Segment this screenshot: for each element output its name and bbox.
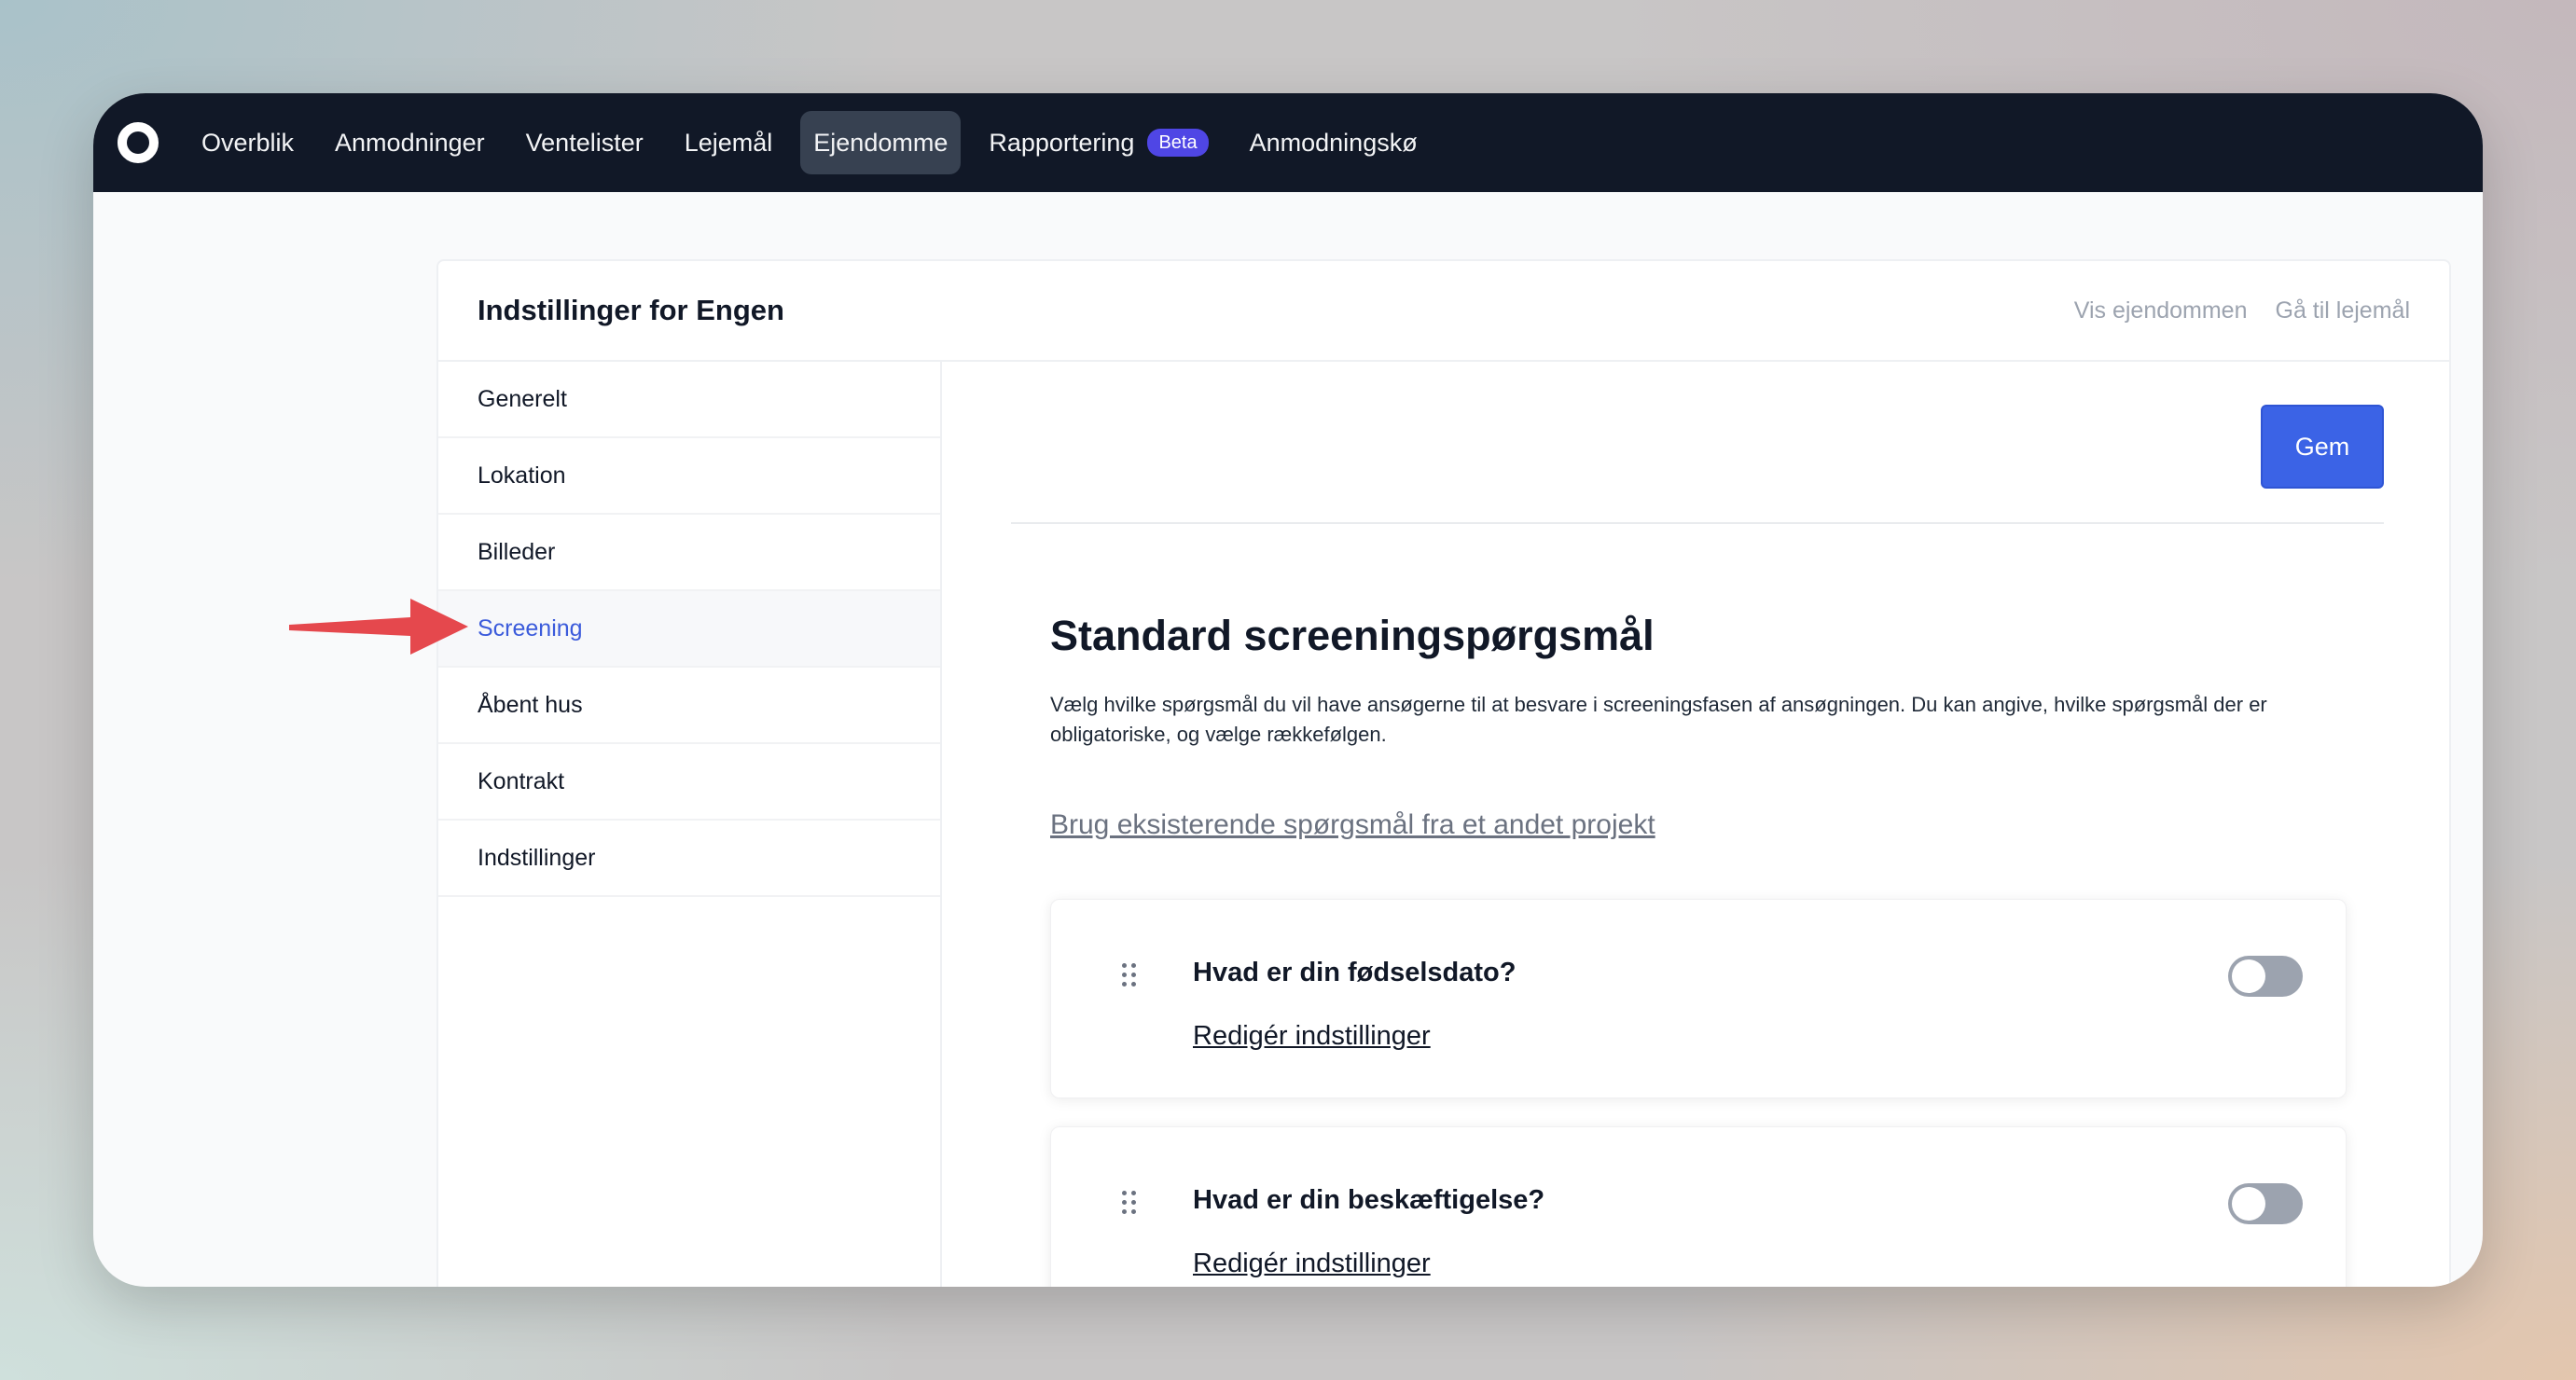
reuse-questions-link[interactable]: Brug eksisterende spørgsmål fra et andet… <box>1050 809 1655 841</box>
go-to-lease-link[interactable]: Gå til lejemål <box>2276 297 2411 324</box>
edit-settings-link[interactable]: Redigér indstillinger <box>1193 1021 1431 1052</box>
save-button[interactable]: Gem <box>2261 405 2384 489</box>
nav-item-label: Ejendomme <box>813 129 949 157</box>
top-navigation: Overblik Anmodninger Ventelister Lejemål… <box>93 93 2483 192</box>
nav-item-overblik[interactable]: Overblik <box>188 111 307 174</box>
drag-handle-icon[interactable] <box>1122 1191 1137 1215</box>
sidebar-item-screening[interactable]: Screening <box>438 591 940 668</box>
nav-item-anmodningsko[interactable]: Anmodningskø <box>1237 111 1431 174</box>
section-title: Standard screeningspørgsmål <box>1050 612 1655 659</box>
edit-settings-link[interactable]: Redigér indstillinger <box>1193 1249 1431 1279</box>
nav-item-lejemaal[interactable]: Lejemål <box>672 111 786 174</box>
sidebar-item-aabent-hus[interactable]: Åbent hus <box>438 668 940 744</box>
divider <box>1011 522 2384 524</box>
question-title: Hvad er din fødselsdato? <box>1193 958 1517 987</box>
toggle-knob <box>2232 959 2265 993</box>
page-title: Indstillinger for Engen <box>478 294 784 326</box>
sidebar-item-lokation[interactable]: Lokation <box>438 438 940 515</box>
section-description: Vælg hvilke spørgsmål du vil have ansøge… <box>1050 693 2267 746</box>
card-header: Indstillinger for Engen Vis ejendommen G… <box>438 261 2449 362</box>
app-window: Overblik Anmodninger Ventelister Lejemål… <box>93 93 2483 1287</box>
view-property-link[interactable]: Vis ejendommen <box>2074 297 2248 324</box>
nav-item-ventelister[interactable]: Ventelister <box>513 111 657 174</box>
nav-item-label: Overblik <box>201 129 295 157</box>
nav-item-label: Anmodninger <box>335 129 485 157</box>
nav-item-rapportering[interactable]: Rapportering Beta <box>976 111 1221 174</box>
question-card: Hvad er din fødselsdato? Redigér indstil… <box>1050 899 2347 1098</box>
settings-sidebar: Generelt Lokation Billeder Screening Åbe… <box>438 362 942 1287</box>
drag-handle-icon[interactable] <box>1122 963 1137 987</box>
sidebar-item-billeder[interactable]: Billeder <box>438 515 940 591</box>
sidebar-item-generelt[interactable]: Generelt <box>438 362 940 438</box>
settings-card: Indstillinger for Engen Vis ejendommen G… <box>436 259 2451 1287</box>
sidebar-item-kontrakt[interactable]: Kontrakt <box>438 744 940 821</box>
question-title: Hvad er din beskæftigelse? <box>1193 1185 1545 1215</box>
beta-badge: Beta <box>1147 129 1209 157</box>
nav-item-label: Ventelister <box>525 129 644 157</box>
nav-item-label: Rapportering <box>989 129 1135 157</box>
main-content: Gem Standard screeningspørgsmål Vælg hvi… <box>942 362 2449 1287</box>
toggle-knob <box>2232 1187 2265 1221</box>
sidebar-item-indstillinger[interactable]: Indstillinger <box>438 821 940 897</box>
nav-item-ejendomme[interactable]: Ejendomme <box>800 111 962 174</box>
nav-item-label: Lejemål <box>684 129 773 157</box>
nav-item-anmodninger[interactable]: Anmodninger <box>322 111 498 174</box>
question-card: Hvad er din beskæftigelse? Redigér indst… <box>1050 1126 2347 1287</box>
question-toggle[interactable] <box>2228 1183 2303 1224</box>
annotation-arrow-icon <box>289 599 468 655</box>
nav-item-label: Anmodningskø <box>1249 129 1418 157</box>
logo-icon[interactable] <box>118 122 159 163</box>
header-links: Vis ejendommen Gå til lejemål <box>2074 297 2410 324</box>
question-toggle[interactable] <box>2228 956 2303 997</box>
